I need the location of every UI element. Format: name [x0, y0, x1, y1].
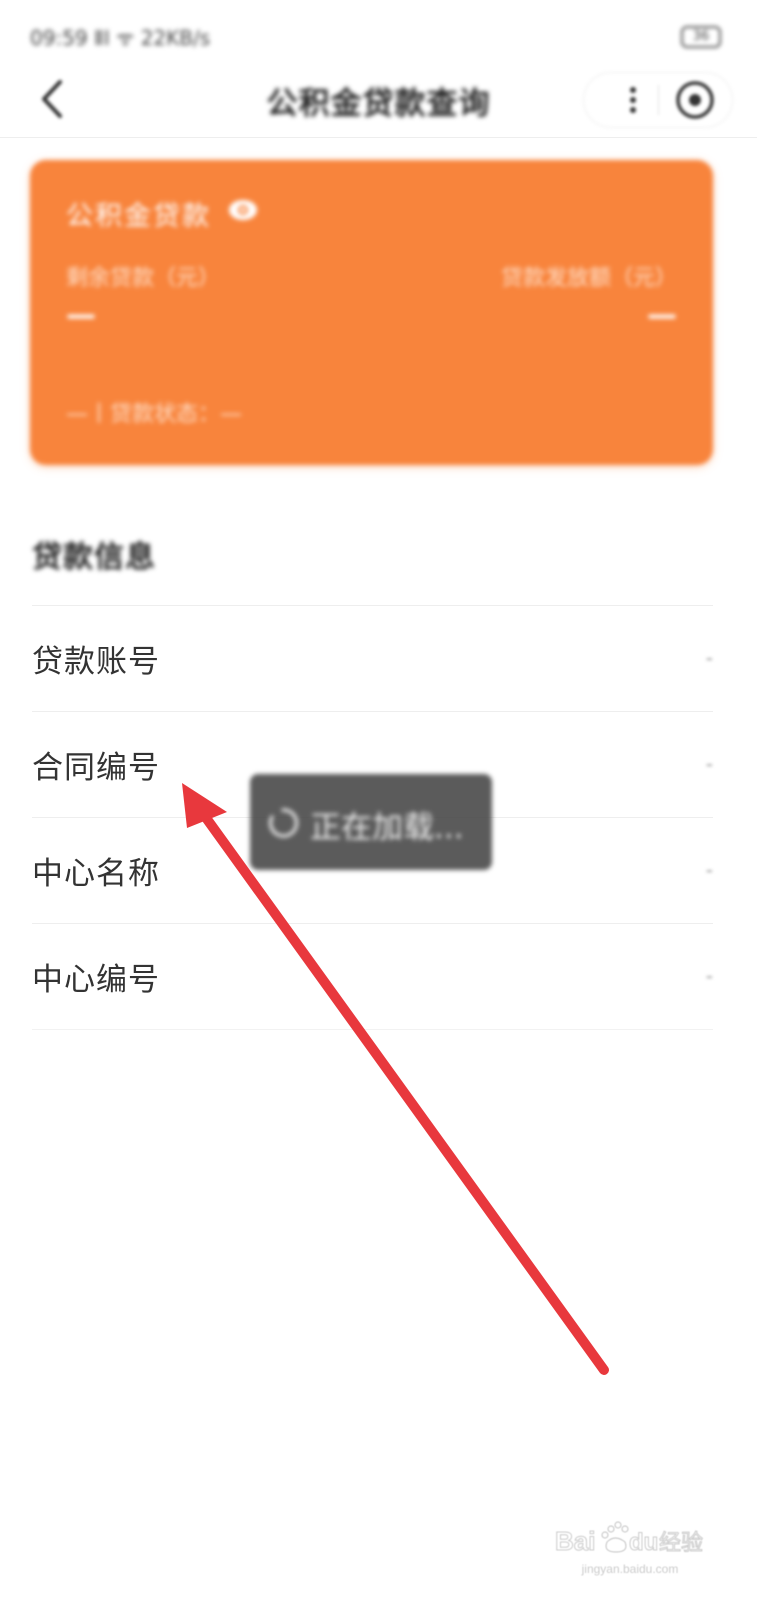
info-value: -	[705, 646, 713, 670]
status-bar-text: 09:59 ⅡⅠ ᯤ 22KB/s	[30, 26, 211, 50]
close-circle-icon[interactable]	[672, 77, 718, 123]
loan-summary-card: 公积金贷款 剩余贷款（元） 贷款发放额（元） — — —丨贷款状态：—	[30, 160, 713, 465]
section-title: 贷款信息	[32, 540, 156, 575]
watermark-url: jingyan.baidu.com	[581, 1562, 679, 1576]
mini-program-capsule	[583, 72, 733, 128]
card-title: 公积金贷款	[66, 201, 211, 232]
info-value: -	[705, 752, 713, 776]
info-label: 中心名称	[32, 856, 160, 892]
info-value: -	[705, 964, 713, 988]
info-row-loan-account: 贷款账号 -	[32, 605, 713, 711]
loan-amount-label: 贷款发放额（元）	[500, 266, 677, 291]
loan-status: —丨贷款状态：—	[66, 402, 243, 427]
capsule-divider	[658, 85, 659, 115]
nav-bar: 公积金贷款查询	[0, 60, 757, 138]
svg-text:du: du	[629, 1529, 658, 1556]
info-label: 合同编号	[32, 750, 160, 786]
spinner-icon	[268, 808, 299, 838]
svg-text:Bai: Bai	[555, 1526, 595, 1556]
list-divider	[32, 1029, 713, 1030]
loading-text: 正在加载...	[310, 810, 464, 846]
remaining-loan-value: —	[66, 298, 96, 333]
baidu-paw-logo: Bai du 经验	[555, 1521, 704, 1557]
loading-toast: 正在加载...	[250, 774, 492, 870]
battery-icon: 36	[681, 26, 721, 48]
info-label: 贷款账号	[32, 644, 160, 680]
more-vertical-icon[interactable]	[610, 77, 656, 123]
eye-icon[interactable]	[228, 198, 258, 222]
info-label: 中心编号	[32, 962, 160, 998]
loan-amount-value: —	[647, 298, 677, 333]
remaining-loan-label: 剩余贷款（元）	[66, 266, 221, 291]
info-value: -	[705, 858, 713, 882]
svg-text:经验: 经验	[659, 1531, 703, 1556]
info-row-center-number: 中心编号 -	[32, 923, 713, 1029]
watermark: Bai du 经验 jingyan.baidu.com	[555, 1520, 705, 1578]
